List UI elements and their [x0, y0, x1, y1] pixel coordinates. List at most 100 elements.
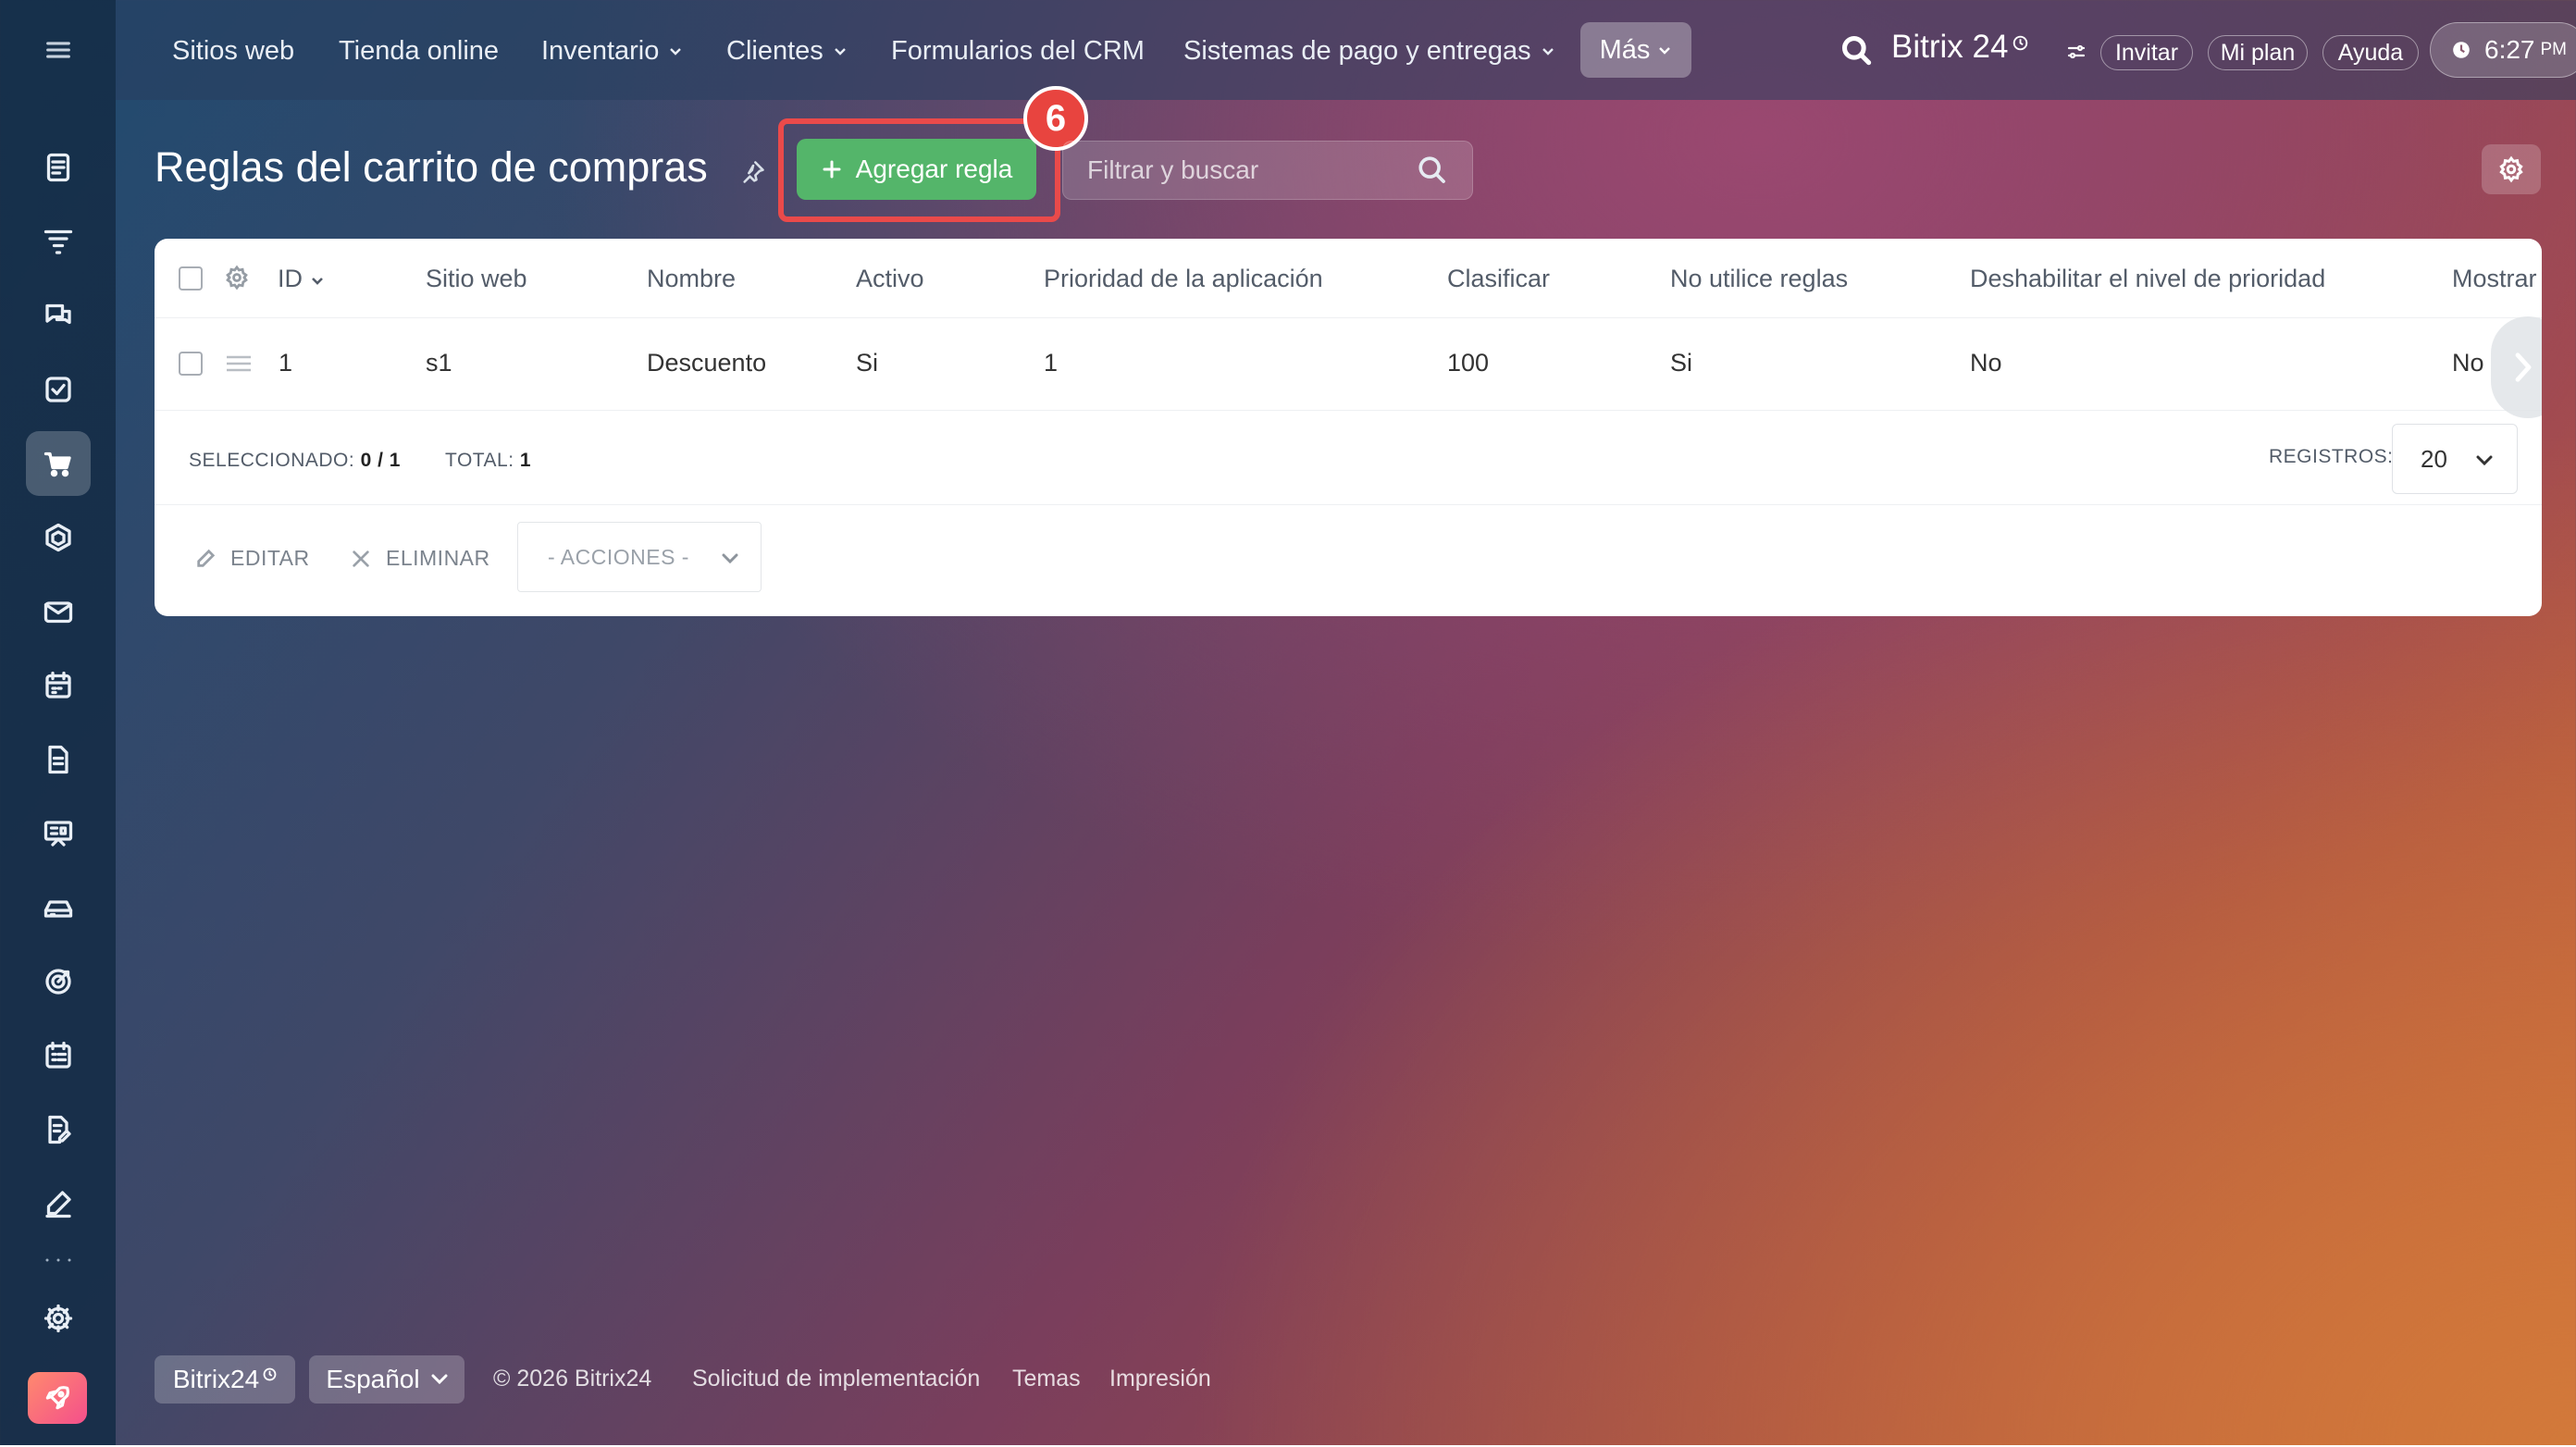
chat-icon[interactable] [26, 283, 91, 348]
row-no-rules: Si [1670, 349, 1693, 377]
menu-icon[interactable] [26, 18, 91, 82]
storage-icon[interactable] [26, 875, 91, 940]
actions-select[interactable]: - ACCIONES - [517, 522, 762, 592]
nav-inventario[interactable]: Inventario [541, 27, 683, 75]
row-checkbox[interactable] [179, 352, 203, 376]
row-name: Descuento [647, 349, 767, 377]
row-disable-priority: No [1970, 349, 2002, 377]
column-show[interactable]: Mostrar [2452, 265, 2537, 293]
clock-icon [263, 1367, 277, 1380]
chevron-down-icon [834, 48, 846, 56]
chevron-down-icon [670, 48, 682, 56]
footer-link-print[interactable]: Impresión [1109, 1366, 1211, 1392]
column-active[interactable]: Activo [856, 265, 924, 293]
gear-icon [2499, 155, 2523, 183]
nav-clientes[interactable]: Clientes [726, 27, 848, 75]
pen-icon[interactable] [26, 1171, 91, 1236]
column-disable-priority[interactable]: Deshabilitar el nivel de prioridad [1970, 265, 2325, 293]
footer-link-implementation[interactable]: Solicitud de implementación [692, 1366, 980, 1392]
rules-grid-panel: ID Sitio web Nombre Activo Prioridad de … [155, 239, 2542, 616]
chevron-down-icon [2476, 455, 2493, 466]
rocket-icon[interactable] [28, 1372, 87, 1424]
cart-icon[interactable] [26, 431, 91, 496]
close-icon [353, 550, 369, 567]
feed-icon[interactable] [26, 135, 91, 200]
hexagon-icon[interactable] [26, 505, 91, 570]
presentation-icon[interactable] [26, 801, 91, 866]
column-site[interactable]: Sitio web [426, 265, 527, 293]
row-site: s1 [426, 349, 452, 377]
footer-link-themes[interactable]: Temas [1012, 1366, 1081, 1392]
records-label: REGISTROS: [2269, 446, 2394, 467]
target-icon[interactable] [26, 949, 91, 1014]
my-plan-button[interactable]: Mi plan [2208, 35, 2308, 70]
filter-search-box[interactable] [1062, 141, 1473, 200]
column-id[interactable]: ID [278, 265, 325, 293]
column-settings-icon[interactable] [224, 265, 250, 291]
row-id-link[interactable]: 1 [279, 349, 292, 377]
grid-summary-row: SELECCIONADO: 0 / 1 TOTAL: 1 REGISTROS: … [155, 411, 2542, 505]
mail-icon[interactable] [26, 579, 91, 644]
row-priority: 1 [1044, 349, 1059, 377]
planner-icon[interactable] [26, 1023, 91, 1088]
funnel-icon[interactable] [26, 209, 91, 274]
grid-actions-row: EDITAR ELIMINAR - ACCIONES - [155, 505, 2542, 616]
nav-formularios-crm[interactable]: Formularios del CRM [891, 27, 1145, 75]
sliders-icon[interactable] [2065, 41, 2087, 63]
more-dots-icon [45, 1258, 71, 1262]
column-name[interactable]: Nombre [647, 265, 736, 293]
column-sort[interactable]: Clasificar [1447, 265, 1550, 293]
chevron-right-icon [2515, 352, 2532, 382]
language-select[interactable]: Español [309, 1355, 464, 1404]
row-active: Si [856, 349, 879, 377]
time-value: 6:27 [2484, 35, 2535, 64]
column-priority[interactable]: Prioridad de la aplicación [1044, 265, 1323, 293]
calendar-icon[interactable] [26, 653, 91, 718]
pencil-icon [197, 549, 216, 567]
row-show: No [2452, 349, 2484, 377]
grid-header-row: ID Sitio web Nombre Activo Prioridad de … [155, 239, 2542, 318]
row-menu-icon[interactable] [225, 352, 253, 375]
records-per-page-select[interactable]: 20 [2392, 424, 2518, 494]
pin-icon[interactable] [740, 159, 766, 185]
brand-logo[interactable]: Bitrix 24 [1891, 29, 2008, 66]
search-icon[interactable] [1839, 33, 1875, 68]
table-row[interactable]: 1 s1 Descuento Si 1 100 Si No No [155, 318, 2542, 411]
page-settings-button[interactable] [2482, 144, 2541, 194]
nav-tienda-online[interactable]: Tienda online [339, 27, 499, 75]
search-icon[interactable] [1417, 155, 1448, 186]
sign-doc-icon[interactable] [26, 1097, 91, 1162]
clock-icon [2453, 42, 2470, 58]
sort-chevron-icon [312, 277, 323, 285]
chevron-down-icon [722, 553, 738, 564]
add-rule-button[interactable]: Agregar regla [797, 139, 1036, 200]
page-title: Reglas del carrito de compras [155, 143, 708, 191]
select-all-checkbox[interactable] [179, 266, 203, 291]
row-sort: 100 [1447, 349, 1490, 377]
time-widget[interactable]: 6:27 PM [2430, 22, 2576, 78]
plus-icon [823, 160, 841, 179]
time-ampm: PM [2540, 40, 2568, 59]
scroll-right-button[interactable] [2491, 316, 2542, 418]
invite-button[interactable]: Invitar [2100, 35, 2193, 70]
left-sidebar [0, 0, 116, 1445]
footer-copyright: © 2026 Bitrix24 [493, 1366, 652, 1391]
settings-icon[interactable] [26, 1286, 91, 1351]
delete-button[interactable]: ELIMINAR [351, 546, 490, 571]
nav-sitios-web[interactable]: Sitios web [172, 27, 294, 75]
chevron-down-icon [1659, 47, 1671, 55]
tasks-icon[interactable] [26, 357, 91, 422]
total-counter: TOTAL: 1 [445, 450, 532, 471]
edit-button[interactable]: EDITAR [195, 546, 310, 571]
help-button[interactable]: Ayuda [2322, 35, 2419, 70]
footer-brand-button[interactable]: Bitrix24 [155, 1355, 295, 1404]
chevron-down-icon [1542, 48, 1554, 56]
selected-counter: SELECCIONADO: 0 / 1 [189, 450, 401, 471]
document-icon[interactable] [26, 727, 91, 792]
column-no-rules[interactable]: No utilice reglas [1670, 265, 1848, 293]
clock-icon [2012, 35, 2028, 51]
filter-search-input[interactable] [1087, 142, 1402, 199]
nav-more-button[interactable]: Más [1580, 22, 1691, 78]
chevron-down-icon [431, 1374, 448, 1385]
nav-sistemas-pago[interactable]: Sistemas de pago y entregas [1183, 27, 1555, 75]
